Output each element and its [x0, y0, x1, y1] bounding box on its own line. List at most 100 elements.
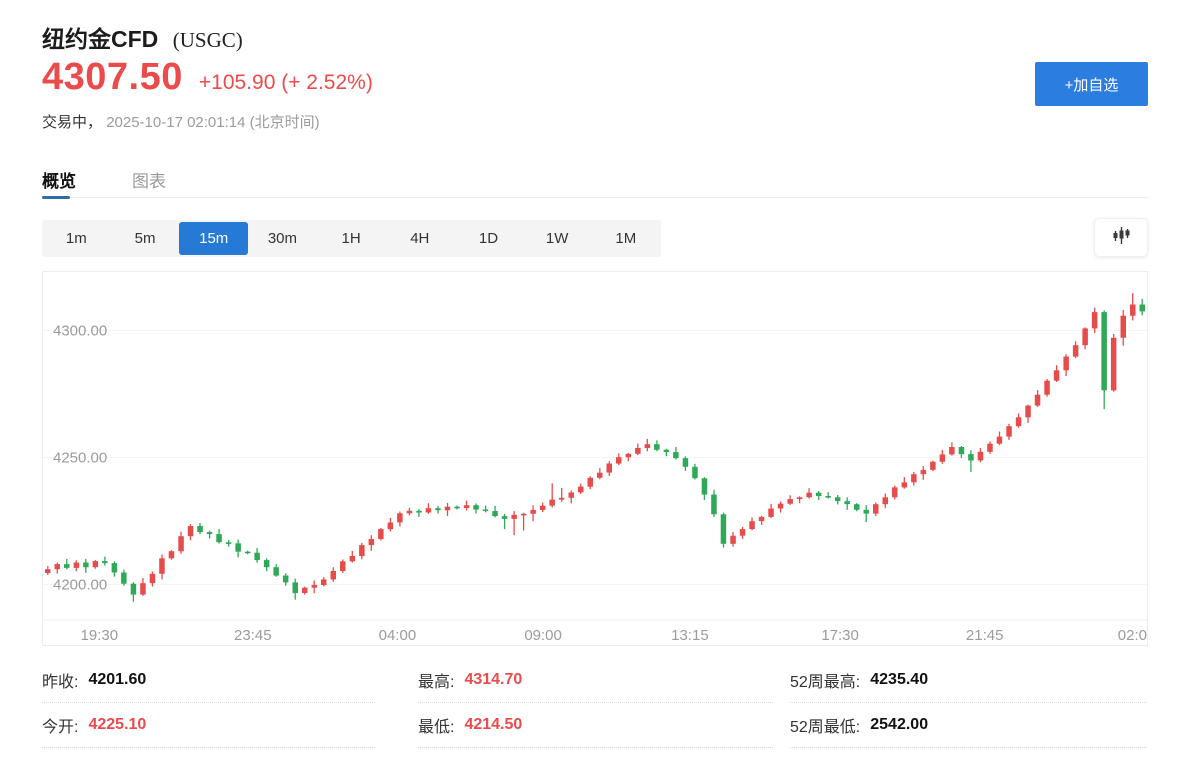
status-row: 交易中， 2025-10-17 02:01:14 (北京时间): [42, 111, 1148, 132]
svg-text:19:30: 19:30: [81, 627, 119, 644]
candle: [359, 543, 365, 560]
svg-text:21:45: 21:45: [966, 627, 1004, 644]
candle: [178, 532, 184, 554]
stat-value: 4225.10: [88, 716, 146, 734]
candle: [959, 446, 965, 458]
stat-label: 52周最低:: [790, 713, 860, 737]
candle: [911, 472, 917, 486]
candle: [435, 506, 441, 514]
interval-30m[interactable]: 30m: [248, 223, 317, 254]
quote-timestamp: 2025-10-17 02:01:14 (北京时间): [106, 114, 319, 131]
candle: [302, 587, 308, 595]
candle: [131, 582, 137, 602]
candle: [683, 456, 689, 471]
candle: [1140, 299, 1146, 315]
instrument-name: 纽约金CFD: [42, 26, 158, 52]
y-axis-labels: 4300.004250.004200.00: [53, 322, 107, 593]
interval-15m[interactable]: 15m: [179, 222, 248, 255]
candle: [835, 495, 841, 504]
svg-text:04:00: 04:00: [379, 627, 417, 644]
candle: [540, 503, 546, 512]
candle: [569, 491, 575, 504]
stat-label: 今开:: [42, 713, 78, 737]
candle: [597, 468, 603, 479]
page-title: 纽约金CFD (USGC): [42, 0, 1148, 52]
candle: [188, 524, 194, 540]
tab-bar: 概览 图表: [42, 167, 1148, 198]
candle: [1111, 334, 1117, 392]
candle: [1082, 327, 1088, 349]
candle: [607, 461, 613, 476]
candle: [473, 503, 479, 513]
svg-text:4300.00: 4300.00: [53, 322, 107, 339]
candle: [930, 461, 936, 471]
add-watchlist-button[interactable]: +加自选: [1035, 62, 1148, 106]
stat-label: 52周最高:: [790, 668, 860, 692]
candle: [654, 440, 660, 451]
price-row: 4307.50 +105.90 (+ 2.52%): [42, 56, 1148, 102]
candle: [350, 551, 356, 563]
candle: [1016, 414, 1022, 428]
candle: [530, 505, 536, 521]
candle: [464, 501, 470, 511]
candle: [940, 450, 946, 464]
candle: [378, 528, 384, 541]
candle: [902, 477, 908, 489]
stat-column-1: 昨收: 4201.60 今开: 4225.10: [42, 658, 375, 748]
stat-label: 最高:: [418, 668, 454, 692]
candle: [1025, 405, 1031, 423]
candle: [502, 514, 508, 529]
interval-1m[interactable]: 1m: [42, 223, 111, 254]
stat-row: 52周最高: 4235.40: [790, 658, 1147, 703]
candle: [102, 557, 108, 566]
candle: [997, 432, 1003, 446]
stat-row: 今开: 4225.10: [42, 703, 375, 748]
candle: [921, 466, 927, 480]
candle: [445, 503, 451, 516]
interval-1W[interactable]: 1W: [523, 223, 592, 254]
candle: [64, 559, 70, 569]
tab-chart[interactable]: 图表: [132, 167, 166, 197]
candle: [140, 578, 146, 596]
interval-1M[interactable]: 1M: [592, 223, 661, 254]
candle: [864, 505, 870, 522]
candle: [511, 511, 517, 535]
stat-value: 4201.60: [88, 671, 146, 689]
price-chart[interactable]: 4300.004250.004200.00 19:3023:4504:0009:0…: [42, 271, 1148, 646]
candle: [388, 518, 394, 532]
candle: [369, 535, 375, 551]
candle: [254, 548, 260, 563]
candle: [1130, 293, 1136, 320]
candle: [768, 504, 774, 518]
candle: [416, 509, 422, 517]
candle: [207, 531, 213, 539]
svg-text:13:15: 13:15: [671, 627, 709, 644]
candle: [293, 579, 299, 600]
candlestick-chart: 4300.004250.004200.00 19:3023:4504:0009:0…: [43, 272, 1147, 645]
candle: [1101, 310, 1107, 409]
interval-4H[interactable]: 4H: [385, 223, 454, 254]
candle: [749, 517, 755, 530]
candle: [169, 550, 175, 560]
candle: [816, 491, 822, 500]
candle: [1054, 365, 1060, 382]
x-axis-labels: 19:3023:4504:0009:0013:1517:3021:4502:0: [81, 627, 1147, 644]
candle: [883, 494, 889, 509]
candle: [978, 448, 984, 462]
candle: [797, 496, 803, 503]
tab-overview[interactable]: 概览: [42, 167, 76, 197]
stat-value: 4235.40: [870, 671, 928, 689]
candle: [873, 502, 879, 516]
candle: [454, 506, 460, 510]
candle: [740, 527, 746, 539]
interval-1D[interactable]: 1D: [454, 223, 523, 254]
candle: [397, 512, 403, 527]
candle: [759, 516, 765, 525]
interval-1H[interactable]: 1H: [317, 223, 386, 254]
candle: [645, 439, 651, 451]
chart-style-button[interactable]: [1094, 218, 1148, 257]
candlestick-icon: [1111, 225, 1132, 251]
candle: [702, 477, 708, 500]
interval-5m[interactable]: 5m: [111, 223, 180, 254]
stat-label: 昨收:: [42, 668, 78, 692]
